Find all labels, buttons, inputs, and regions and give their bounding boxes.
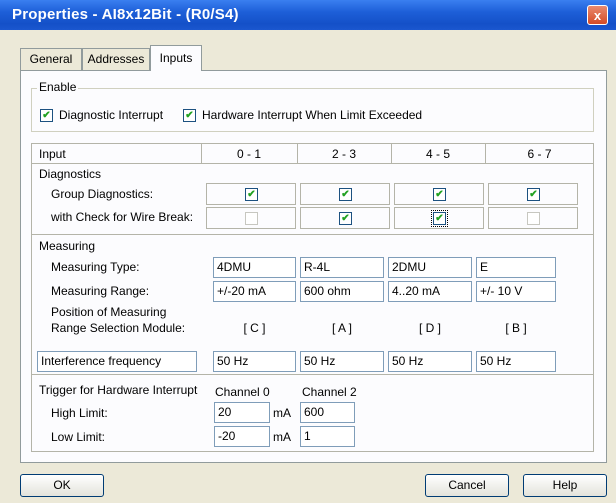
measuring-range-6-7[interactable]: +/- 10 V [476, 281, 556, 302]
wire-break-checkbox-2-3[interactable] [339, 212, 352, 225]
measuring-type-0-1[interactable]: 4DMU [213, 257, 296, 278]
inputs-tab-panel: Enable Diagnostic Interrupt Hardware Int… [20, 70, 607, 463]
close-button[interactable]: x [587, 5, 608, 25]
measuring-type-2-3[interactable]: R-4L [300, 257, 384, 278]
low-limit-label: Low Limit: [51, 430, 106, 444]
help-button[interactable]: Help [523, 474, 607, 497]
group-diagnostics-checkbox-0-1[interactable] [245, 188, 258, 201]
channel-header-6-7: 6 - 7 [527, 147, 552, 161]
channel-a-label: Channel 0 [215, 385, 270, 399]
window-title: Properties - AI8x12Bit - (R0/S4) [12, 6, 239, 23]
position-label-line2: Range Selection Module: [51, 321, 186, 335]
low-limit-channel-a[interactable]: -20 [214, 426, 270, 447]
low-limit-unit: mA [273, 430, 291, 444]
measuring-type-6-7[interactable]: E [476, 257, 556, 278]
channel-header-0-1: 0 - 1 [236, 147, 261, 161]
wire-break-checkbox-4-5[interactable] [431, 210, 448, 227]
measuring-range-0-1[interactable]: +/-20 mA [213, 281, 296, 302]
channel-header-4-5: 4 - 5 [425, 147, 450, 161]
group-diagnostics-label: Group Diagnostics: [51, 187, 154, 201]
wire-break-label: with Check for Wire Break: [51, 210, 194, 224]
interference-frequency-label: Interference frequency [37, 351, 197, 372]
measuring-title: Measuring [39, 239, 96, 253]
trigger-title: Trigger for Hardware Interrupt [39, 383, 198, 397]
tab-general[interactable]: General [20, 48, 82, 70]
measuring-type-4-5[interactable]: 2DMU [388, 257, 472, 278]
title-bar[interactable]: Properties - AI8x12Bit - (R0/S4) x [0, 0, 616, 30]
tab-inputs[interactable]: Inputs [150, 45, 202, 71]
measuring-range-2-3[interactable]: 600 ohm [300, 281, 384, 302]
wire-break-checkbox-0-1[interactable] [245, 212, 258, 225]
interference-0-1[interactable]: 50 Hz [213, 351, 296, 372]
high-limit-label: High Limit: [51, 406, 108, 420]
measuring-divider [31, 374, 594, 375]
high-limit-unit: mA [273, 406, 291, 420]
measuring-type-label: Measuring Type: [51, 260, 140, 274]
diagnostic-interrupt-checkbox[interactable] [40, 109, 53, 122]
enable-group-title: Enable [37, 80, 79, 94]
tab-addresses[interactable]: Addresses [82, 48, 150, 70]
position-0-1: [ C ] [243, 321, 266, 335]
group-diagnostics-checkbox-4-5[interactable] [433, 188, 446, 201]
hardware-interrupt-checkbox[interactable] [183, 109, 196, 122]
cancel-button[interactable]: Cancel [425, 474, 509, 497]
input-header: Input [39, 147, 66, 161]
group-diagnostics-checkbox-6-7[interactable] [527, 188, 540, 201]
header-divider [31, 163, 594, 164]
interference-4-5[interactable]: 50 Hz [388, 351, 472, 372]
hardware-interrupt-label: Hardware Interrupt When Limit Exceeded [202, 108, 423, 122]
diagnostic-interrupt-label: Diagnostic Interrupt [59, 108, 164, 122]
close-icon: x [593, 8, 602, 23]
low-limit-channel-b[interactable]: 1 [300, 426, 355, 447]
channel-header-2-3: 2 - 3 [331, 147, 356, 161]
diagnostics-divider [31, 234, 594, 235]
high-limit-channel-b[interactable]: 600 [300, 402, 355, 423]
group-diagnostics-checkbox-2-3[interactable] [339, 188, 352, 201]
interference-6-7[interactable]: 50 Hz [476, 351, 556, 372]
position-6-7: [ B ] [505, 321, 527, 335]
properties-dialog: Properties - AI8x12Bit - (R0/S4) x Gener… [0, 0, 616, 503]
measuring-range-label: Measuring Range: [51, 284, 150, 298]
measuring-range-4-5[interactable]: 4..20 mA [388, 281, 472, 302]
channel-b-label: Channel 2 [302, 385, 357, 399]
wire-break-checkbox-6-7[interactable] [527, 212, 540, 225]
position-label-line1: Position of Measuring [51, 305, 167, 319]
position-2-3: [ A ] [331, 321, 352, 335]
interference-2-3[interactable]: 50 Hz [300, 351, 384, 372]
high-limit-channel-a[interactable]: 20 [214, 402, 270, 423]
ok-button[interactable]: OK [20, 474, 104, 497]
position-4-5: [ D ] [418, 321, 441, 335]
diagnostics-title: Diagnostics [39, 167, 102, 181]
